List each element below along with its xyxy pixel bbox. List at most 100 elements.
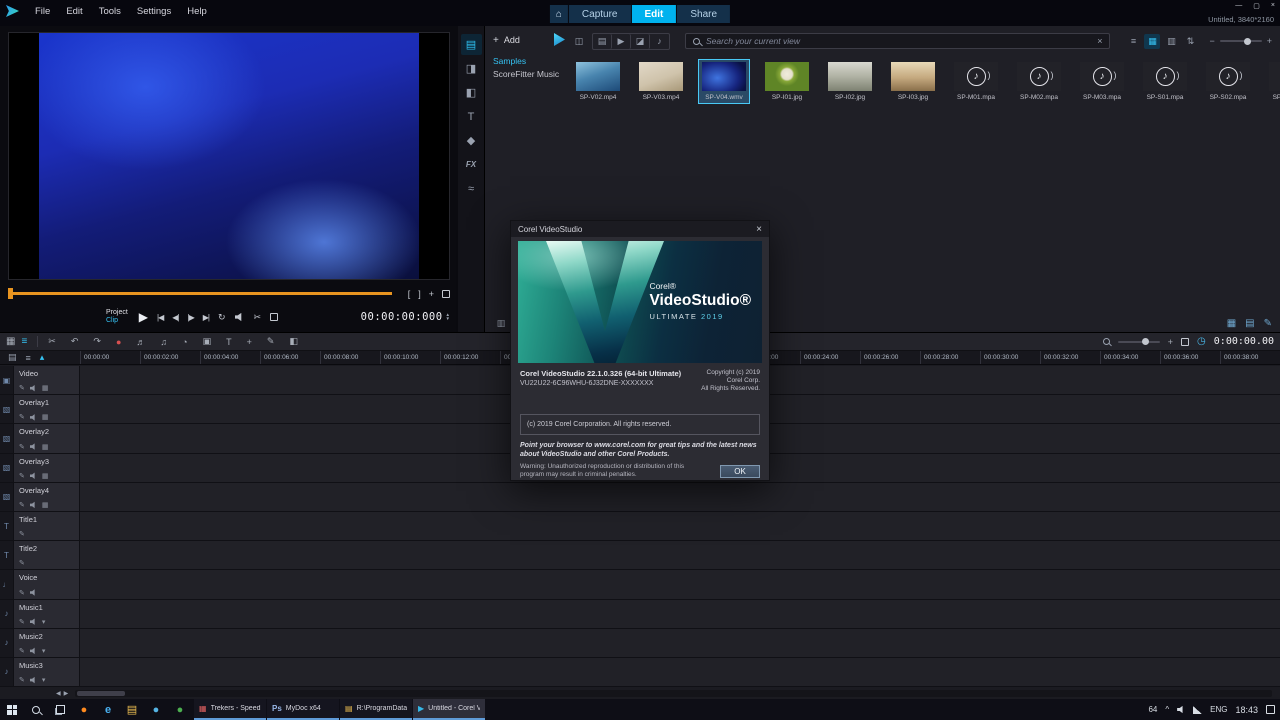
timeline-zoom-in-icon[interactable]: + [1168,337,1173,347]
mute-track-icon[interactable] [30,443,37,450]
thumbnail-view-icon[interactable]: ▦ [1144,34,1160,49]
fullscreen-icon[interactable] [442,290,450,298]
redo-icon[interactable]: ↷ [93,336,101,347]
edit-media-icon[interactable]: ✎ [1264,318,1272,329]
track-header[interactable]: Music2 ✎ ▦ ▾ [14,629,80,657]
media-thumbnail[interactable]: ♪ [639,62,683,91]
expand-track-icon[interactable]: ▾ [42,618,46,626]
ripple-edit-icon[interactable]: ✎ [19,676,25,684]
subtitle-icon[interactable]: T [226,337,232,347]
track-header[interactable]: Music3 ✎ ▦ ▾ [14,658,80,686]
track-header[interactable]: Voice ✎ ▦ ▾ [14,570,80,598]
clear-search-icon[interactable]: × [1097,36,1102,46]
clock[interactable]: 18:43 [1235,705,1258,715]
storyboard-view-icon[interactable]: ▦ [6,336,15,347]
filter-icon[interactable]: FX [461,154,482,175]
mute-track-icon[interactable] [30,472,37,479]
library-item[interactable]: ♪ SP-V04.wmv [699,60,749,103]
ripple-edit-icon[interactable]: ✎ [19,384,25,392]
track-manager-icon[interactable]: ▤ [8,352,17,363]
media-thumbnail[interactable]: ♪ [576,62,620,91]
library-item[interactable]: ♪ SP-M01.mpa [951,60,1001,103]
zoom-out-icon[interactable]: − [1209,36,1214,46]
list-view-icon[interactable]: ≡ [1125,34,1141,49]
add-icon[interactable]: + [493,35,499,46]
media-thumbnail[interactable]: ♪ [954,62,998,91]
media-thumbnail[interactable]: ♪ [765,62,809,91]
track-lane[interactable] [80,512,1280,540]
library-item[interactable]: ♪ SP-S01.mpa [1140,60,1190,103]
mute-track-icon[interactable] [30,501,37,508]
ripple-edit-icon[interactable]: ✎ [19,413,25,421]
detail-view-icon[interactable]: ▥ [1163,34,1179,49]
media-thumbnail[interactable]: ♪ [828,62,872,91]
explorer-window-button[interactable]: ▤ R:\ProgramData\U... [340,699,412,720]
track-fx-icon[interactable]: ▦ [42,501,49,509]
undo-icon[interactable]: ↶ [71,336,79,347]
ripple-edit-icon[interactable]: ✎ [19,443,25,451]
track-header[interactable]: Overlay4 ✎ ▦ ▾ [14,483,80,511]
mute-track-icon[interactable] [30,618,37,625]
scroll-right-icon[interactable]: ▶ [64,690,69,697]
snapshot-icon[interactable]: ▣ [203,336,212,347]
sort-icon[interactable]: ⇅ [1182,34,1198,49]
firefox-icon[interactable]: ● [72,699,96,720]
tab-capture[interactable]: Capture [569,5,631,23]
sound-mixer-icon[interactable]: ♬ [136,337,145,347]
audio-filter-icon[interactable]: ♪ [650,34,669,49]
green-app-icon[interactable]: ● [168,699,192,720]
library-nav-toggle-icon[interactable]: ◫ [571,34,587,49]
library-item[interactable]: ♪ SP-I03.jpg [888,60,938,103]
media-thumbnail[interactable]: ♪ [702,62,746,91]
search-input[interactable] [706,36,1091,46]
tab-share[interactable]: Share [677,5,730,23]
add-button[interactable]: Add [504,35,520,45]
title-icon[interactable]: T [461,106,482,127]
maximize-icon[interactable]: ▢ [1253,2,1260,10]
show-options-panel-icon[interactable]: ▤ [1245,318,1254,329]
track-transition-icon[interactable]: ◧ [289,336,298,347]
next-frame-button[interactable]: |▶ [188,313,194,322]
expand-track-icon[interactable]: ▾ [42,676,46,684]
media-icon[interactable]: ▤ [461,34,482,55]
menu-tools[interactable]: Tools [91,6,129,17]
menu-help[interactable]: Help [179,6,215,17]
track-header[interactable]: Title2 ✎ ▦ ▾ [14,541,80,569]
track-header[interactable]: Overlay1 ✎ ▦ ▾ [14,395,80,423]
track-header[interactable]: Music1 ✎ ▦ ▾ [14,600,80,628]
go-start-button[interactable]: |◀ [157,313,163,322]
network-tray-icon[interactable] [1193,706,1202,714]
repeat-icon[interactable]: ↻ [218,312,226,323]
videostudio-window-button[interactable]: ▶ Untitled - Corel Vid... [413,699,485,720]
prev-frame-button[interactable]: ◀| [172,313,178,322]
timecode-spinner[interactable]: ▲ ▼ [446,313,450,322]
track-fx-icon[interactable]: ▦ [42,384,49,392]
trim-bar[interactable] [8,292,392,295]
library-item[interactable]: ♪ SP-M02.mpa [1014,60,1064,103]
library-item[interactable]: ♪ SP-I02.jpg [825,60,875,103]
media-thumbnail[interactable]: ♪ [1017,62,1061,91]
play-button[interactable]: ▶ [139,310,148,324]
library-item[interactable]: ♪ SP-V02.mp4 [573,60,623,103]
zoom-in-icon[interactable]: + [1267,36,1272,46]
minimize-icon[interactable]: — [1235,2,1242,10]
library-item[interactable]: ♪ SP-M03.mpa [1077,60,1127,103]
speed-dial-window-button[interactable]: ▦ Trekers - Speed Dial... [194,699,266,720]
project-mode-label[interactable]: Project [106,309,128,317]
volume-icon[interactable] [235,313,245,322]
thumbnail-zoom-slider[interactable] [1220,40,1262,42]
home-icon[interactable]: ⌂ [550,5,568,23]
library-item[interactable]: ♪ SP-S03.mpa [1266,60,1280,103]
taskbar-search-button[interactable] [24,699,48,720]
menu-edit[interactable]: Edit [58,6,90,17]
library-item[interactable]: ♪ SP-S02.mpa [1203,60,1253,103]
track-lane[interactable] [80,629,1280,657]
edge-icon[interactable]: e [96,699,120,720]
hidden-icons-chevron[interactable]: ^ [1165,705,1169,714]
track-lane[interactable] [80,570,1280,598]
media-thumbnail[interactable]: ♪ [1269,62,1280,91]
task-view-button[interactable] [48,699,72,720]
track-list-icon[interactable]: ≡ [26,353,31,363]
split-icon[interactable]: ✂ [48,336,56,347]
track-header[interactable]: Video ✎ ▦ ▾ [14,366,80,394]
